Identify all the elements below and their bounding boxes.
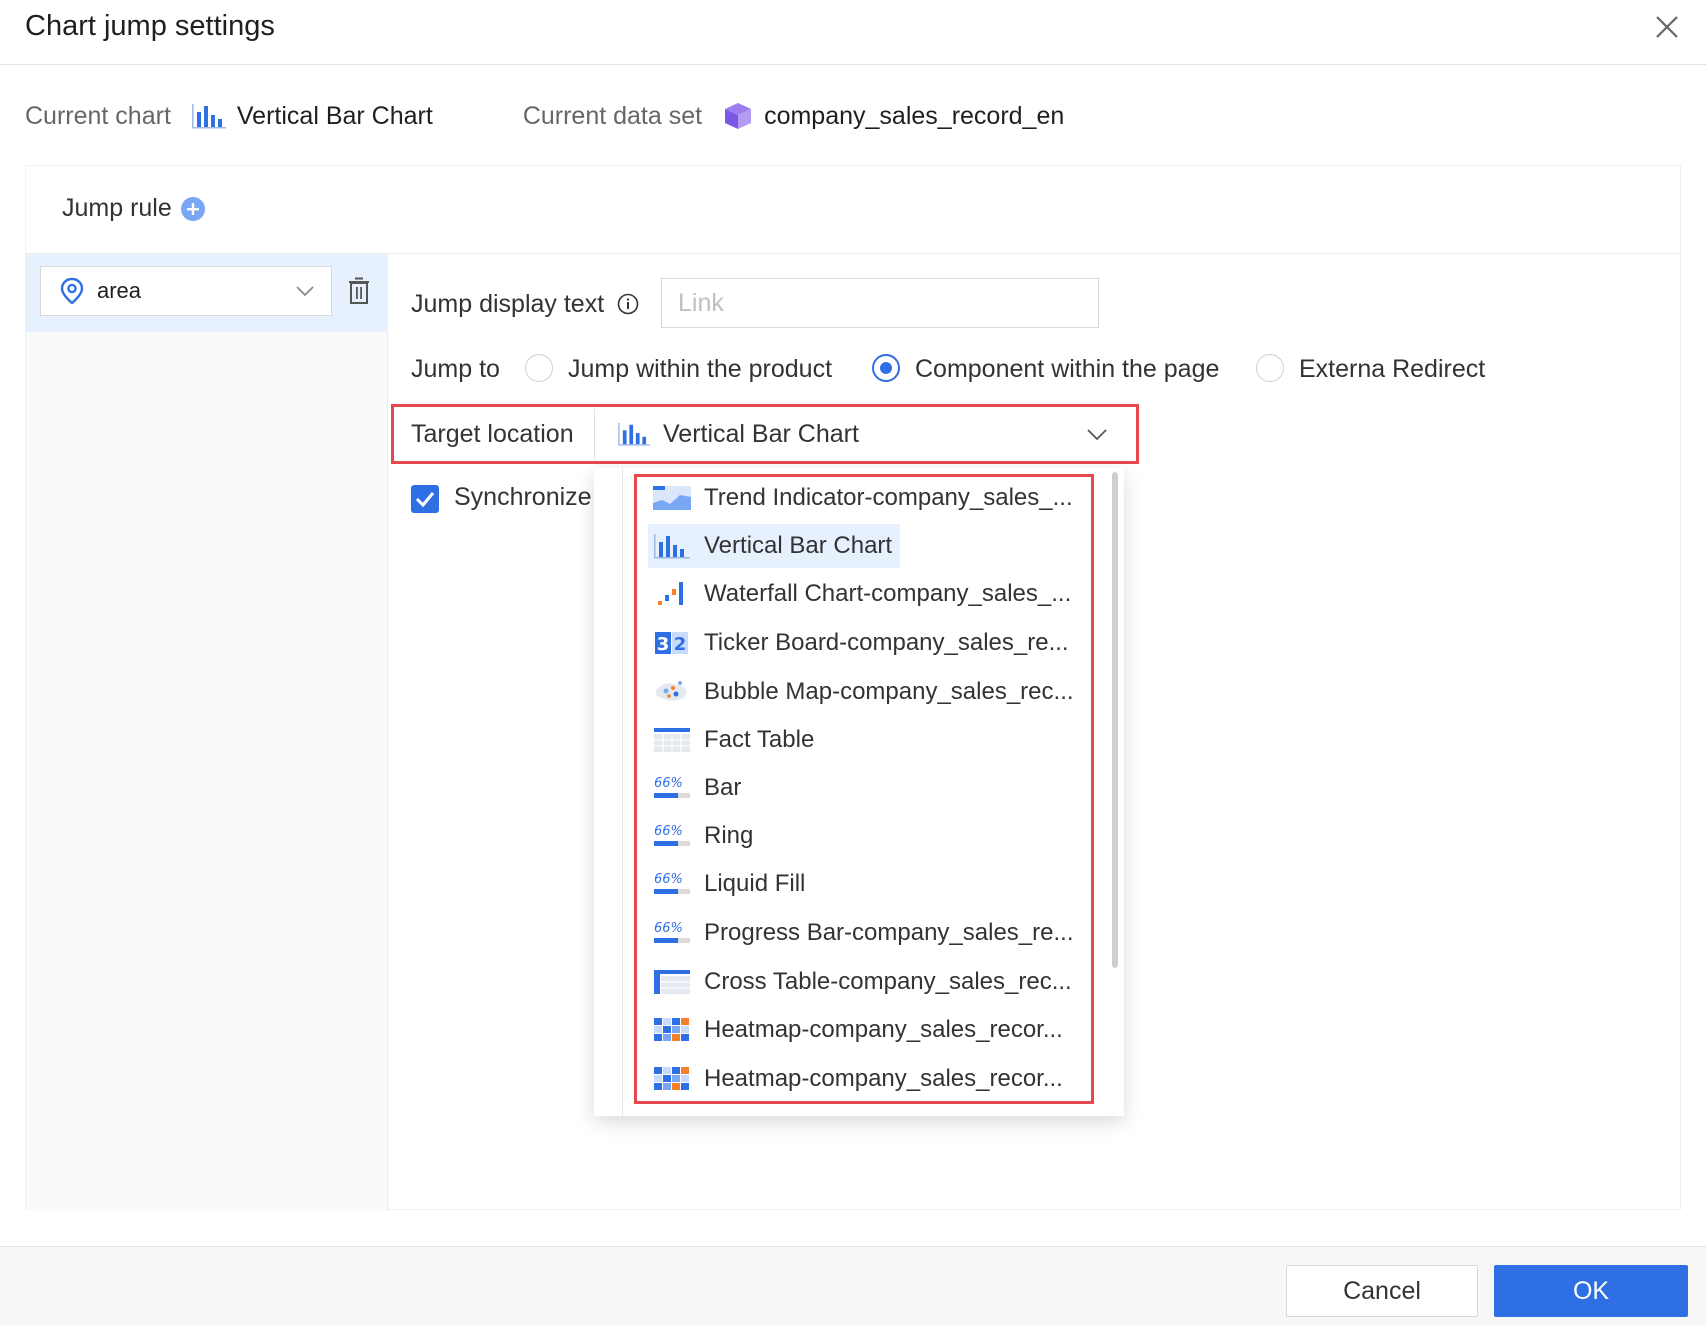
radio-component-within-page[interactable] <box>872 354 900 382</box>
target-location-select[interactable]: Vertical Bar Chart <box>594 409 1124 459</box>
vertical-bar-chart-icon <box>618 422 650 446</box>
dropdown-item[interactable]: 66% Progress Bar-company_sales_re... <box>648 911 1082 955</box>
rule-item: area <box>26 254 388 332</box>
radio-label-component-within-page[interactable]: Component within the page <box>915 355 1219 384</box>
synchronize-label: Synchronize <box>454 483 592 511</box>
target-location-value: Vertical Bar Chart <box>663 419 859 448</box>
jump-rule-header: Jump rule <box>62 194 206 223</box>
current-dataset-label: Current data set <box>522 101 703 130</box>
target-location-dropdown: Trend Indicator-company_sales_... Vertic… <box>594 468 1124 1116</box>
info-row: Current chart Vertical Bar Chart Current… <box>25 96 1064 136</box>
progress-icon: 66% <box>654 872 690 894</box>
current-dataset-value: company_sales_record_en <box>764 101 1065 130</box>
synchronize-checkbox[interactable] <box>411 485 439 513</box>
dataset-cube-icon <box>725 103 752 129</box>
dropdown-item[interactable]: Trend Indicator-company_sales_... <box>648 476 1081 520</box>
jump-display-text-label: Jump display text <box>411 290 605 318</box>
cancel-button[interactable]: Cancel <box>1286 1265 1478 1317</box>
dropdown-item[interactable]: Heatmap-company_sales_recor... <box>648 1008 1071 1052</box>
vertical-bar-chart-icon <box>654 534 690 559</box>
radio-jump-within-product[interactable] <box>525 354 553 382</box>
ok-button[interactable]: OK <box>1494 1265 1688 1317</box>
dropdown-item-label: Cross Table-company_sales_rec... <box>704 968 1072 995</box>
progress-icon-text: 66% <box>654 872 683 887</box>
checkmark-icon <box>415 492 435 508</box>
close-icon[interactable] <box>1648 8 1686 46</box>
ticker-board-icon: 3 2 <box>655 632 688 655</box>
dropdown-item[interactable]: Bubble Map-company_sales_rec... <box>648 670 1082 714</box>
dropdown-item-label: Progress Bar-company_sales_re... <box>704 919 1074 946</box>
panel-header: Jump rule <box>26 166 1682 254</box>
waterfall-chart-icon <box>658 582 683 605</box>
dropdown-item[interactable]: Cross Table-company_sales_rec... <box>648 960 1080 1004</box>
progress-icon: 66% <box>654 824 690 846</box>
dropdown-item-label: Waterfall Chart-company_sales_... <box>704 580 1072 607</box>
cross-table-icon <box>654 970 690 994</box>
heatmap-icon <box>654 1018 689 1041</box>
radio-external-redirect[interactable] <box>1256 354 1284 382</box>
jump-rule-label: Jump rule <box>62 194 172 222</box>
dropdown-scrollbar[interactable] <box>1112 472 1118 968</box>
chevron-down-icon <box>1087 429 1107 441</box>
dropdown-item-label: Liquid Fill <box>704 870 806 897</box>
dropdown-item-label: Trend Indicator-company_sales_... <box>704 484 1073 511</box>
vertical-bar-chart-icon <box>191 104 226 129</box>
rule-field-select[interactable]: area <box>40 266 332 316</box>
chevron-down-icon <box>296 286 314 297</box>
add-rule-icon[interactable] <box>180 196 206 222</box>
current-chart-value: Vertical Bar Chart <box>236 101 433 130</box>
dropdown-item-label: Ring <box>704 822 754 849</box>
rule-field-value: area <box>97 278 142 303</box>
jump-to-label: Jump to <box>411 355 500 383</box>
dropdown-item[interactable]: Vertical Bar Chart <box>648 524 901 568</box>
tree-line <box>622 468 623 1116</box>
dropdown-item-label: Ticker Board-company_sales_re... <box>704 629 1069 656</box>
chart-jump-settings-dialog: Chart jump settings Current chart Vertic… <box>0 0 1706 1326</box>
dropdown-item[interactable]: 3 2 Ticker Board-company_sales_re... <box>648 621 1077 665</box>
location-pin-icon <box>60 277 84 305</box>
rule-list: area <box>26 254 388 1211</box>
dropdown-item[interactable]: 66% Liquid Fill <box>648 862 813 906</box>
radio-label-external-redirect[interactable]: Externa Redirect <box>1299 355 1485 384</box>
dialog-title: Chart jump settings <box>25 10 275 42</box>
fact-table-icon <box>654 728 690 752</box>
progress-icon-text: 66% <box>654 776 683 791</box>
radio-label-jump-within-product[interactable]: Jump within the product <box>568 355 832 384</box>
trend-indicator-icon <box>653 486 691 510</box>
dialog-footer: Cancel OK <box>0 1246 1706 1326</box>
ticker-digit-1: 3 <box>657 634 670 655</box>
delete-rule-icon[interactable] <box>346 276 372 306</box>
progress-icon-text: 66% <box>654 824 683 839</box>
jump-display-text-input[interactable] <box>661 278 1099 328</box>
dropdown-item[interactable]: Heatmap-company_sales_recor... <box>648 1057 1071 1101</box>
dropdown-item[interactable]: 66% Ring <box>648 814 761 858</box>
dropdown-item[interactable]: Waterfall Chart-company_sales_... <box>648 572 1079 616</box>
dropdown-item-label: Fact Table <box>704 726 815 753</box>
dropdown-item-label: Heatmap-company_sales_recor... <box>704 1065 1063 1092</box>
dropdown-item[interactable]: 66% Bar <box>648 766 749 810</box>
progress-icon: 66% <box>654 921 690 943</box>
dropdown-item-label: Bubble Map-company_sales_rec... <box>704 678 1074 705</box>
info-icon[interactable] <box>617 293 639 315</box>
heatmap-icon <box>654 1067 689 1090</box>
ticker-digit-2: 2 <box>674 634 687 655</box>
progress-icon: 66% <box>654 776 690 798</box>
dropdown-item[interactable]: Fact Table <box>648 718 822 762</box>
bubble-map-icon <box>655 681 687 701</box>
dialog-header: Chart jump settings <box>0 0 1706 65</box>
dropdown-item-label: Vertical Bar Chart <box>704 532 893 559</box>
current-chart-label: Current chart <box>25 101 171 130</box>
dropdown-item-label: Bar <box>704 774 742 801</box>
progress-icon-text: 66% <box>654 921 683 936</box>
dropdown-item-label: Heatmap-company_sales_recor... <box>704 1016 1063 1043</box>
